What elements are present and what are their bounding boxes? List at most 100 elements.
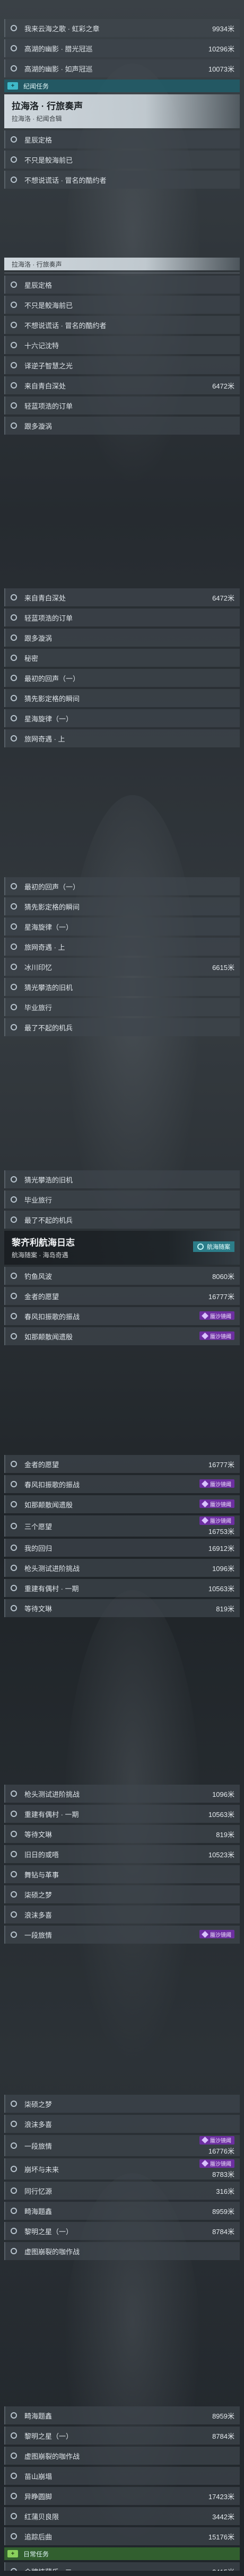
circle-outline-icon (11, 1333, 17, 1339)
quest-row[interactable]: 旅网奇遇 · 上 (4, 938, 240, 956)
quest-row[interactable]: 虚图崩裂的咖作战 (4, 2447, 240, 2465)
quest-row[interactable]: 虚图崩裂的咖作战 (4, 2242, 240, 2260)
circle-outline-icon (11, 2101, 17, 2107)
quest-row[interactable]: 来自青白深处 6472米 (4, 588, 240, 606)
quest-row[interactable]: 猜光攀浩的旧机 (4, 978, 240, 996)
quest-row[interactable]: 最了不起的机兵 (4, 1211, 240, 1229)
quest-meta: 6472米 (212, 593, 234, 603)
quest-row[interactable]: 跟多漩涡 (4, 629, 240, 647)
quest-title: 不想说谎话 · 冒名的酷约者 (24, 321, 107, 330)
diamond-icon (202, 1517, 208, 1524)
quest-row[interactable]: 来自青白深处 6472米 (4, 376, 240, 394)
quest-row[interactable]: 钓鱼风波 8060米 (4, 1267, 240, 1285)
quest-row[interactable]: 一段旅情 蜃沙镜阈 (4, 1926, 240, 1944)
quest-row[interactable]: 轻蓝项浩的订单 (4, 608, 240, 627)
quest-row[interactable]: 红蒲贝良限 3442米 (4, 2507, 240, 2525)
quest-row[interactable]: 浪沫多喜 (4, 2115, 240, 2133)
circle-outline-icon (11, 903, 17, 910)
quest-row[interactable]: 金者的愿望 16777米 (4, 1287, 240, 1305)
quest-row[interactable]: 舞钻与革事 (4, 1865, 240, 1883)
quest-row[interactable]: 浪沫多喜 (4, 1905, 240, 1924)
quest-row[interactable]: 最初的回声（一） (4, 877, 240, 895)
quest-row[interactable]: 畸海题鑫 8959米 (4, 2406, 240, 2424)
quest-row[interactable]: 星海旋律（一） (4, 709, 240, 727)
quest-row[interactable]: 重建有偶村 · 一期 10563米 (4, 1805, 240, 1823)
quest-row[interactable]: 猜先影定格的瞬间 (4, 689, 240, 707)
quest-distance: 6615米 (212, 963, 234, 972)
quest-row[interactable]: 旅网奇遇 · 上 (4, 729, 240, 747)
quest-title: 黎明之星（一） (24, 2227, 73, 2236)
series-banner-lahai[interactable]: 拉海洛 · 行旅奏声 (4, 258, 240, 270)
quest-row[interactable]: 秘密 (4, 649, 240, 667)
category-header-daily[interactable]: + 日常任务 (4, 2547, 240, 2560)
quest-row[interactable]: 苗山崩塌 (4, 2467, 240, 2485)
series-banner-liyue[interactable]: 黎齐利航海日志 航海随案 · 海岛奇遇 航海随案 (4, 1231, 240, 1265)
quest-row[interactable]: 枪头测试进阶挑战 1096米 (4, 1785, 240, 1803)
quest-row[interactable]: 我来云海之歌 · 虹彩之章 9934米 (4, 19, 240, 37)
quest-row[interactable]: 黎明之星（一） 8784米 (4, 2427, 240, 2445)
quest-row[interactable]: 如那颠散闻遗殷 蜃沙镜阈 (4, 1327, 240, 1345)
series-banner-lahai[interactable]: 拉海洛 · 行旅奏声 拉海洛 · 纪闻合辑 (4, 94, 240, 128)
quest-meta: 蜃沙镜阈 (199, 1499, 234, 1509)
quest-meta: 蜃沙镜阈 (199, 1479, 234, 1489)
quest-row[interactable]: 畸海题鑫 8959米 (4, 2202, 240, 2220)
quest-row[interactable]: 最初的回声（一） (4, 669, 240, 687)
quest-row[interactable]: 重建有偶村 · 一期 10563米 (4, 1579, 240, 1597)
quest-row[interactable]: 枪头测试进阶挑战 1096米 (4, 1559, 240, 1577)
quest-row[interactable]: 猜光攀浩的旧机 (4, 1170, 240, 1188)
quest-row[interactable]: 星辰定格 (4, 130, 240, 148)
quest-row[interactable]: 不只是鲛海前已 (4, 151, 240, 169)
quest-row[interactable]: 十六记沈特 (4, 336, 240, 354)
quest-row[interactable]: 不想说谎话 · 冒名的酷约者 (4, 171, 240, 189)
quest-title: 旧日的或唔 (24, 1850, 59, 1859)
series-banner-subtitle: 拉海洛 · 纪闻合辑 (12, 115, 62, 122)
quest-row[interactable]: 最了不起的机兵 (4, 1018, 240, 1036)
quest-row[interactable]: 不想说谎话 · 冒名的酷约者 (4, 316, 240, 334)
quest-row[interactable]: 等待文琳 819米 (4, 1825, 240, 1843)
quest-row[interactable]: 我的回归 16912米 (4, 1539, 240, 1557)
quest-row[interactable]: 星辰定格 (4, 276, 240, 294)
circle-outline-icon (11, 675, 17, 681)
quest-title: 黎明之星（一） (24, 2432, 73, 2440)
quest-row[interactable]: 柒硕之梦 (4, 2095, 240, 2113)
quest-row[interactable]: 轻蓝项浩的订单 (4, 396, 240, 414)
category-header-faction[interactable]: + 纪闻任务 (4, 80, 240, 92)
quest-row[interactable]: 金者的愿望 16777米 (4, 1455, 240, 1473)
quest-row[interactable]: 春风扣振歌的振战 蜃沙镜阈 (4, 1307, 240, 1325)
quest-row[interactable]: 星海旋律（一） (4, 918, 240, 936)
diamond-icon (202, 2160, 208, 2167)
quest-title: 重建有偶村 · 一期 (24, 1810, 79, 1819)
quest-row[interactable]: 毕业旅行 (4, 1190, 240, 1208)
quest-row[interactable]: 春风扣振歌的振战 蜃沙镜阈 (4, 1475, 240, 1493)
quest-row[interactable]: 一段旅情 蜃沙镜阈 16776米 (4, 2135, 240, 2156)
quest-row[interactable]: 同行忆源 316米 (4, 2182, 240, 2200)
quest-row[interactable]: 不只是鲛海前已 (4, 296, 240, 314)
badge-label: 蜃沙镜阈 (210, 2138, 231, 2144)
quest-row[interactable]: 高湖的幽影 · 腊光冠巡 10296米 (4, 39, 240, 57)
quest-row[interactable]: 黎明之星（一） 8784米 (4, 2222, 240, 2240)
quest-row[interactable]: 柒硕之梦 (4, 1885, 240, 1903)
quest-row[interactable]: 异睁圆脚 17423米 (4, 2487, 240, 2505)
quest-row[interactable]: 高湖的幽影 · 如声冠巡 10073米 (4, 59, 240, 77)
quest-row[interactable]: 等待文琳 819米 (4, 1599, 240, 1617)
quest-row[interactable]: 毕业旅行 (4, 998, 240, 1016)
quest-row[interactable]: 猜先影定格的瞬间 (4, 897, 240, 915)
quest-row[interactable]: 金牌柿蒲乐 · 二3415米 (4, 2562, 240, 2571)
quest-row[interactable]: 崩坏与未来 蜃沙镜阈 8783米 (4, 2158, 240, 2180)
quest-row[interactable]: 如那颠散闻遗殷 蜃沙镜阈 (4, 1495, 240, 1513)
quest-row[interactable]: 译逆子智慧之光 (4, 356, 240, 374)
quest-row[interactable]: 三个愿望 蜃沙镜阈 16753米 (4, 1515, 240, 1537)
circle-outline-icon (11, 2493, 17, 2499)
quest-row[interactable]: 冰川印忆 6615米 (4, 958, 240, 976)
circle-outline-icon (11, 156, 17, 163)
circle-outline-icon (11, 1931, 17, 1938)
quest-row[interactable]: 追踪后曲 15176米 (4, 2527, 240, 2545)
quest-row[interactable]: 旧日的或唔 10523米 (4, 1845, 240, 1863)
badge-label: 蜃沙镜阈 (210, 1519, 231, 1524)
circle-outline-icon (11, 2533, 17, 2539)
quest-title: 钓鱼风波 (24, 1272, 53, 1281)
quest-row[interactable]: 跟多漩涡 (4, 417, 240, 435)
quest-distance: 8060米 (212, 1272, 234, 1281)
quest-title: 春风扣振歌的振战 (24, 1480, 80, 1489)
quest-title: 浪沫多喜 (24, 2120, 53, 2129)
